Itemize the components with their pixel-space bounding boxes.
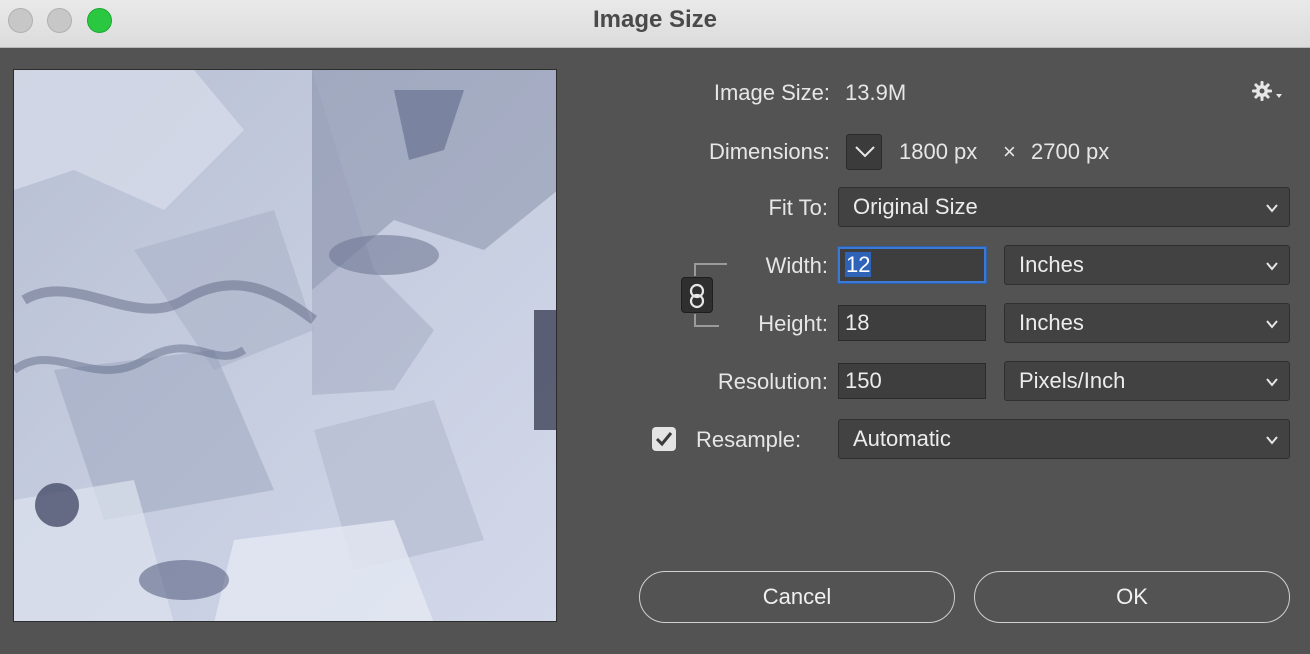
title-bar: Image Size <box>0 0 1310 48</box>
dimensions-times: × <box>1003 139 1016 164</box>
dimensions-height: 2700 px <box>1031 139 1110 164</box>
chevron-down-icon <box>855 146 875 158</box>
chevron-down-icon <box>1266 204 1278 213</box>
constrain-proportions-button[interactable] <box>681 277 713 313</box>
image-size-label: Image Size: <box>713 80 830 105</box>
image-preview[interactable] <box>13 69 557 622</box>
resolution-input[interactable]: 150 <box>838 363 986 399</box>
width-unit-select[interactable]: Inches <box>1004 245 1290 285</box>
width-label: Width: <box>765 253 828 278</box>
height-value: 18 <box>845 310 870 335</box>
chevron-down-icon <box>1266 378 1278 387</box>
fit-to-select[interactable]: Original Size <box>838 187 1290 227</box>
checkmark-icon <box>655 432 673 447</box>
height-unit-value: Inches <box>1019 310 1084 335</box>
resample-value: Automatic <box>853 426 951 451</box>
link-icon <box>689 283 705 309</box>
chevron-down-icon <box>1266 320 1278 329</box>
image-size-value: 13.9M <box>845 80 907 105</box>
width-unit-value: Inches <box>1019 252 1084 277</box>
height-unit-select[interactable]: Inches <box>1004 303 1290 343</box>
resample-select[interactable]: Automatic <box>838 419 1290 459</box>
chevron-down-icon <box>1266 436 1278 445</box>
chevron-down-icon <box>1266 262 1278 271</box>
dimensions-dropdown-button[interactable] <box>846 134 882 170</box>
dimensions-label: Dimensions: <box>708 139 830 164</box>
fit-to-value: Original Size <box>853 194 978 219</box>
resample-label: Resample: <box>696 427 802 452</box>
cancel-button[interactable]: Cancel <box>639 571 955 623</box>
window-title: Image Size <box>592 6 718 33</box>
resample-checkbox[interactable] <box>652 427 676 451</box>
fit-to-label: Fit To: <box>768 195 828 220</box>
ok-button[interactable]: OK <box>974 571 1290 623</box>
width-input[interactable]: 12 <box>838 247 986 283</box>
height-input[interactable]: 18 <box>838 305 986 341</box>
resolution-unit-value: Pixels/Inch <box>1019 368 1126 393</box>
resolution-value: 150 <box>845 368 882 393</box>
gear-icon[interactable] <box>1252 80 1284 104</box>
width-value: 12 <box>845 252 872 277</box>
dimensions-width: 1800 px <box>899 139 978 164</box>
resolution-unit-select[interactable]: Pixels/Inch <box>1004 361 1290 401</box>
height-label: Height: <box>758 311 828 336</box>
resolution-label: Resolution: <box>717 369 828 394</box>
